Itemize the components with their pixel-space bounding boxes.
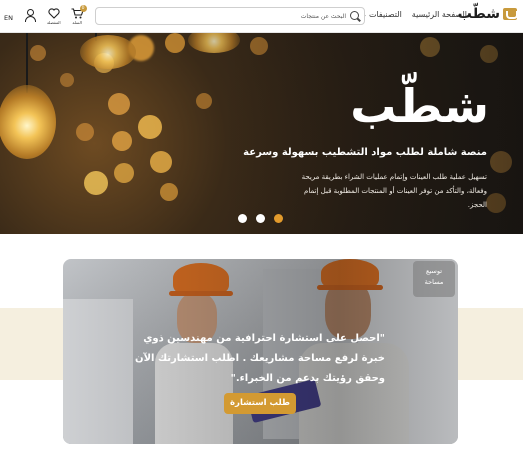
- slider-dots: [238, 214, 283, 223]
- wishlist-label: المفضلة: [46, 20, 61, 25]
- cart-button[interactable]: 0 السلة: [71, 5, 87, 25]
- header-actions: EN المفضلة 0 السلة: [4, 5, 87, 25]
- bokeh-light: [160, 183, 178, 201]
- slider-dot-active[interactable]: [274, 214, 283, 223]
- hero-subtitle: منصة شاملة لطلب مواد التشطيب بسهولة وسرع…: [243, 147, 487, 158]
- site-header: شطّب الصفحة الرئيسية التصنيفات⌄ EN المفض…: [0, 0, 523, 33]
- request-consultation-button[interactable]: طلب استشارة: [224, 393, 296, 414]
- nav-categories-menu[interactable]: التصنيفات⌄: [361, 10, 402, 19]
- bokeh-light: [196, 93, 212, 109]
- hero-description: تسهيل عملية طلب العينات وإتمام عمليات ال…: [301, 173, 487, 209]
- search-icon[interactable]: [350, 11, 359, 20]
- bulb-cord: [26, 33, 28, 93]
- badge-line: مساحة: [424, 278, 444, 286]
- cart-count-badge: 0: [79, 5, 87, 12]
- bokeh-light: [138, 115, 162, 139]
- bokeh-light: [165, 33, 185, 53]
- language-switch[interactable]: EN: [4, 14, 13, 22]
- bokeh-light: [30, 45, 46, 61]
- hero-title: شطّب: [350, 79, 489, 133]
- bokeh-light: [76, 123, 94, 141]
- cart-label: السلة: [72, 20, 82, 25]
- category-badge: توسيع مساحة: [413, 261, 455, 297]
- bokeh-light: [114, 163, 134, 183]
- bokeh-light: [84, 171, 108, 195]
- bokeh-light: [150, 151, 172, 173]
- slider-dot[interactable]: [256, 214, 265, 223]
- slider-dot[interactable]: [238, 214, 247, 223]
- badge-line: توسيع: [425, 267, 443, 275]
- nav-categories-label: التصنيفات: [368, 10, 402, 19]
- hero-banner: شطّب منصة شاملة لطلب مواد التشطيب بسهولة…: [0, 33, 523, 234]
- search-input[interactable]: [106, 8, 346, 24]
- bokeh-light: [60, 73, 74, 87]
- nav-home-link[interactable]: الصفحة الرئيسية: [412, 10, 467, 19]
- user-icon[interactable]: [23, 8, 37, 22]
- consultation-quote: "احصل على استشارة احترافية من مهندسين ذو…: [135, 333, 385, 384]
- light-bulb: [80, 35, 136, 69]
- bokeh-light: [112, 131, 132, 151]
- bokeh-light: [108, 93, 130, 115]
- search-bar: [95, 7, 365, 25]
- logo-mark-icon: [503, 8, 518, 20]
- heart-icon: [48, 8, 60, 19]
- main-nav: الصفحة الرئيسية التصنيفات⌄: [361, 10, 467, 19]
- wishlist-button[interactable]: المفضلة: [47, 8, 61, 25]
- light-bulb: [0, 85, 56, 159]
